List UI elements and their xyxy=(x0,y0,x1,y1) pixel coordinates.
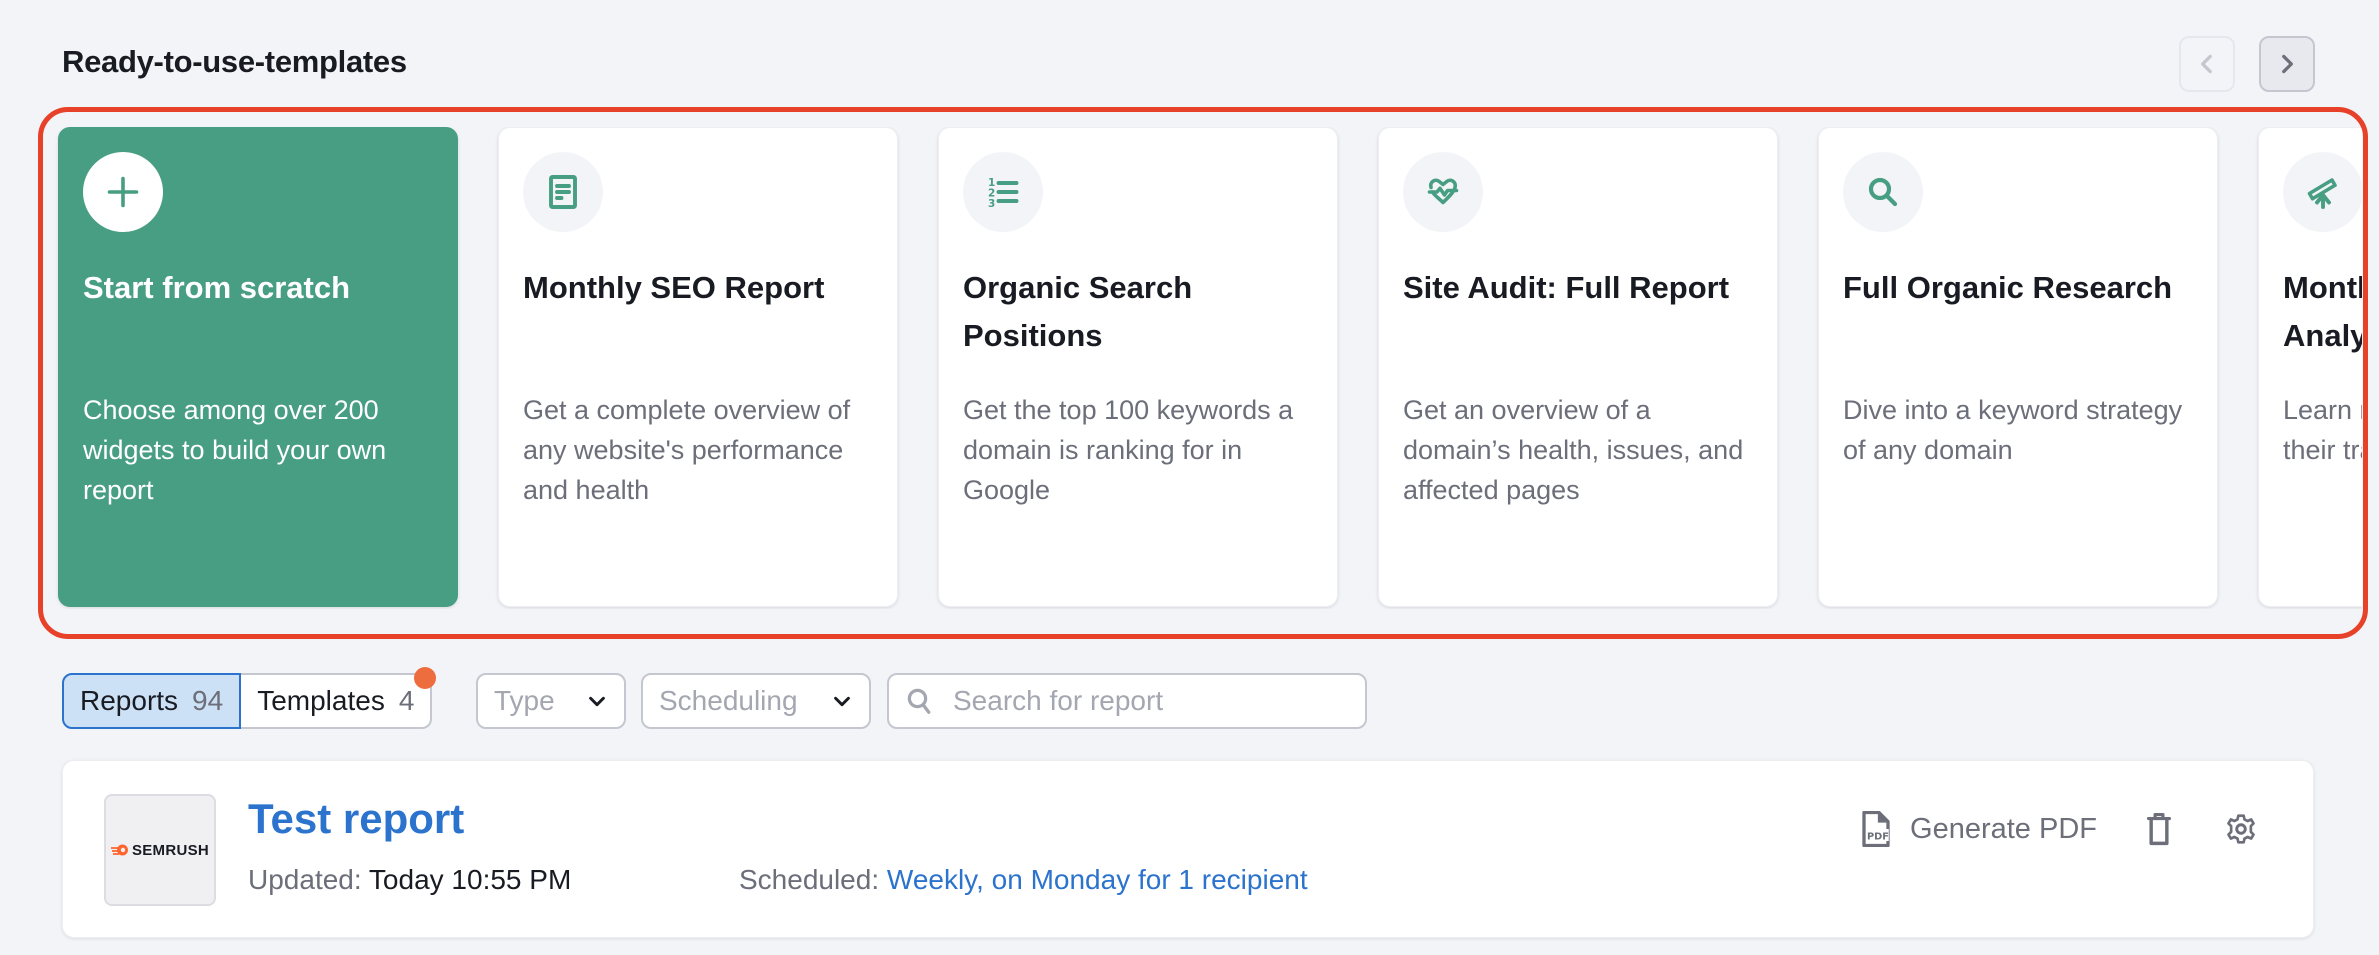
type-dropdown[interactable]: Type xyxy=(476,673,626,729)
document-icon xyxy=(549,175,577,209)
template-card-description: Learn more about your rivals: their traf… xyxy=(2283,395,2362,465)
template-card-title: Monthly Competitor Analysis xyxy=(2283,270,2362,353)
template-card-description: Dive into a keyword strategy of any doma… xyxy=(1843,395,2183,465)
template-card-title: Site Audit: Full Report xyxy=(1403,270,1730,305)
tab-label: Reports xyxy=(80,685,179,716)
search-icon xyxy=(907,688,931,714)
scheduled-value-link[interactable]: Weekly, on Monday for 1 recipient xyxy=(887,864,1308,895)
template-card-full-organic-research[interactable]: Full Organic Research Dive into a keywor… xyxy=(1818,127,2218,607)
telescope-icon-container xyxy=(2283,152,2362,232)
tab-count: 94 xyxy=(192,685,224,716)
carousel-prev-button[interactable] xyxy=(2179,36,2235,92)
tab-label: Templates xyxy=(257,685,385,716)
svg-text:PDF: PDF xyxy=(1867,832,1889,843)
chevron-down-icon xyxy=(834,696,850,707)
report-type-tabs: Reports 94 Templates 4 xyxy=(62,667,437,729)
telescope-icon xyxy=(2307,178,2337,209)
plus-icon xyxy=(107,176,139,208)
search-field[interactable] xyxy=(887,673,1367,729)
svg-text:3: 3 xyxy=(988,198,995,210)
scheduling-dropdown-placeholder: Scheduling xyxy=(659,685,798,716)
updated-label: Updated: xyxy=(248,864,362,895)
tab-templates[interactable]: Templates 4 xyxy=(241,667,437,729)
plus-icon-container xyxy=(83,152,163,232)
generate-pdf-button[interactable]: PDF Generate PDF xyxy=(1860,811,2097,847)
template-card-description: Get a complete overview of any website's… xyxy=(523,395,851,505)
generate-pdf-label: Generate PDF xyxy=(1910,812,2097,845)
chevron-right-icon xyxy=(2282,54,2293,74)
report-row: SEMRUSH Test report Updated: Today 10:55… xyxy=(62,760,2314,938)
numbered-list-icon-container: 1 2 3 xyxy=(963,152,1043,232)
search-icon-container xyxy=(1843,152,1923,232)
document-icon-container xyxy=(523,152,603,232)
report-title-link[interactable]: Test report xyxy=(248,795,464,843)
delete-button[interactable] xyxy=(2139,809,2179,849)
semrush-logo-icon xyxy=(110,844,128,856)
trash-icon xyxy=(2146,813,2172,846)
template-card-description: Get the top 100 keywords a domain is ran… xyxy=(963,395,1294,505)
chevron-down-icon xyxy=(589,696,605,707)
template-card-monthly-competitor-analysis[interactable]: Monthly Competitor Analysis Learn more a… xyxy=(2258,127,2362,607)
report-updated: Updated: Today 10:55 PM xyxy=(248,864,571,896)
template-card-organic-search-positions[interactable]: 1 2 3 Organic Search Positions Get the t… xyxy=(938,127,1338,607)
tab-reports[interactable]: Reports 94 xyxy=(62,673,242,729)
numbered-list-icon: 1 2 3 xyxy=(988,177,1019,210)
type-dropdown-placeholder: Type xyxy=(494,685,555,716)
template-card-title: Organic Search Positions xyxy=(963,270,1193,353)
template-card-description: Choose among over 200 widgets to build y… xyxy=(83,395,387,505)
tab-count: 4 xyxy=(398,685,415,716)
pdf-file-icon: PDF xyxy=(1862,811,1890,847)
template-card-start-from-scratch[interactable]: Start from scratch Choose among over 200… xyxy=(58,127,458,607)
report-actions: PDF Generate PDF xyxy=(1860,809,2261,849)
template-card-monthly-seo-report[interactable]: Monthly SEO Report Get a complete overvi… xyxy=(498,127,898,607)
search-icon xyxy=(1868,177,1898,207)
template-card-title: Full Organic Research xyxy=(1843,270,2173,305)
template-card-description: Get an overview of a domain’s health, is… xyxy=(1403,395,1744,505)
updated-value: Today 10:55 PM xyxy=(368,864,572,895)
section-title: Ready-to-use-templates xyxy=(62,44,407,79)
logo-text: SEMRUSH xyxy=(131,841,210,859)
template-card-title: Monthly SEO Report xyxy=(523,270,825,305)
template-card-title: Start from scratch xyxy=(83,270,351,305)
search-input[interactable] xyxy=(953,685,1349,717)
templates-carousel: Start from scratch Choose among over 200… xyxy=(0,127,2362,609)
settings-button[interactable] xyxy=(2221,809,2261,849)
chevron-left-icon xyxy=(2201,54,2212,74)
heart-pulse-icon xyxy=(1427,178,1459,205)
heart-pulse-icon-container xyxy=(1403,152,1483,232)
scheduling-dropdown[interactable]: Scheduling xyxy=(641,673,871,729)
scheduled-label: Scheduled: xyxy=(739,864,880,895)
report-scheduled: Scheduled: Weekly, on Monday for 1 recip… xyxy=(739,864,1308,896)
template-card-site-audit[interactable]: Site Audit: Full Report Get an overview … xyxy=(1378,127,1778,607)
carousel-next-button[interactable] xyxy=(2259,36,2315,92)
report-logo: SEMRUSH xyxy=(104,794,216,906)
notification-dot xyxy=(414,667,437,689)
gear-icon xyxy=(2227,814,2255,844)
